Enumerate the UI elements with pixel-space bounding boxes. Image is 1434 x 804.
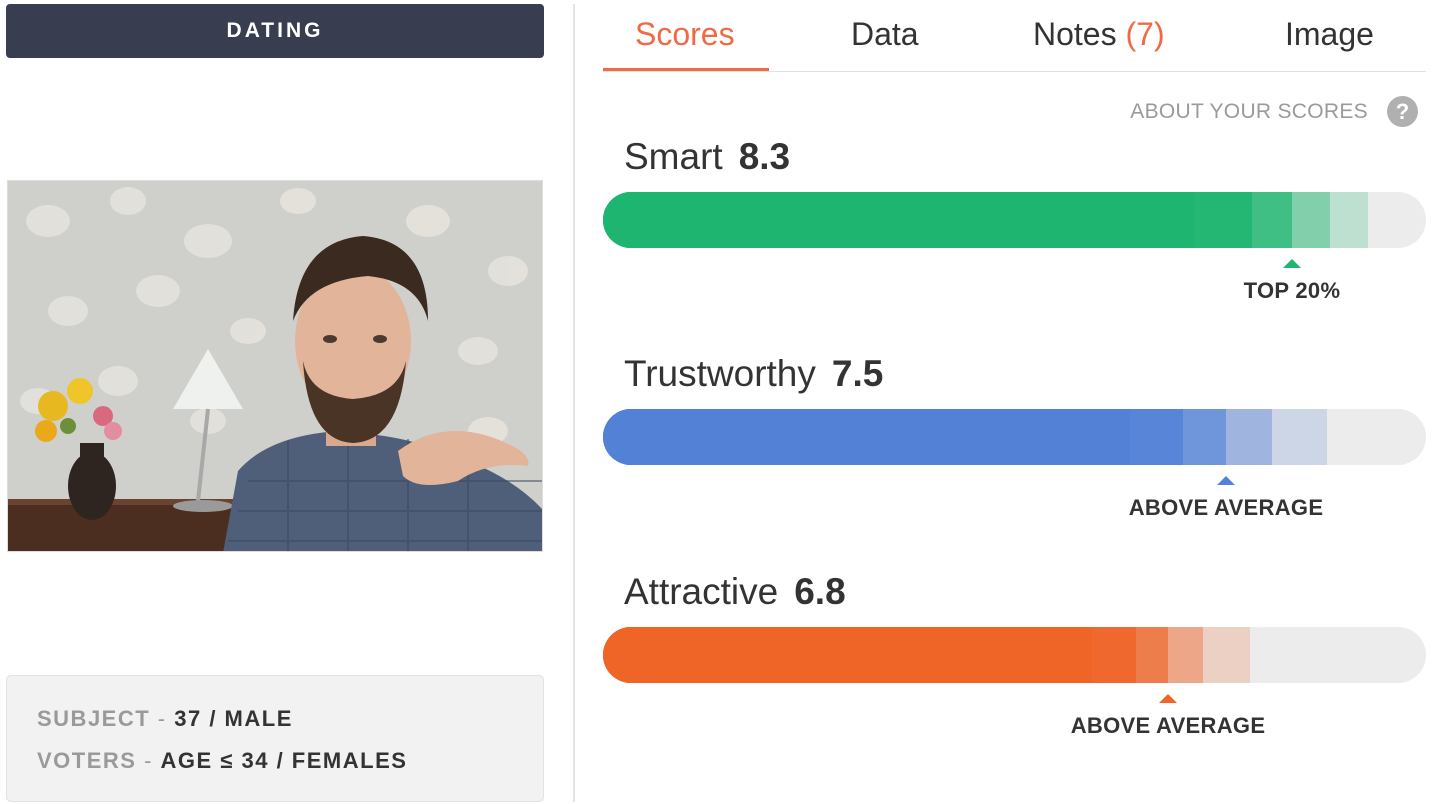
- voters-value: AGE ≤ 34 / FEMALES: [160, 748, 408, 773]
- rank-label: ABOVE AVERAGE: [1128, 495, 1324, 520]
- profile-photo: [7, 180, 543, 552]
- voters-key: VOTERS: [37, 748, 137, 773]
- score-trustworthy: Trustworthy 7.5 ABOVE AVERAGE: [603, 353, 1426, 553]
- tab-image[interactable]: Image: [1285, 16, 1374, 53]
- score-bar: [603, 192, 1426, 248]
- rank-label: TOP 20%: [1243, 278, 1341, 303]
- voters-row: VOTERS - AGE ≤ 34 / FEMALES: [37, 748, 408, 773]
- score-value: 7.5: [831, 353, 884, 394]
- tab-notes[interactable]: Notes (7): [1033, 16, 1165, 53]
- subject-row: SUBJECT - 37 / MALE: [37, 706, 293, 731]
- active-tab-indicator: [603, 68, 769, 71]
- score-smart: Smart 8.3 TOP 20%: [603, 136, 1426, 336]
- score-value: 6.8: [794, 571, 846, 612]
- rank-marker-icon: [1283, 259, 1301, 268]
- tab-scores[interactable]: Scores: [635, 16, 735, 53]
- subject-value: 37 / MALE: [174, 706, 293, 731]
- rank-label: ABOVE AVERAGE: [1070, 713, 1266, 738]
- score-bar: [603, 627, 1426, 683]
- score-fill: [603, 409, 1130, 465]
- score-value: 8.3: [738, 136, 791, 177]
- rank-marker-icon: [1217, 476, 1235, 485]
- category-button[interactable]: DATING: [6, 4, 544, 58]
- score-title: Trustworthy 7.5: [624, 353, 884, 394]
- score-fill: [603, 192, 1194, 248]
- score-bar: [603, 409, 1426, 465]
- subject-info-panel: SUBJECT - 37 / MALE VOTERS - AGE ≤ 34 / …: [6, 675, 544, 802]
- score-title: Attractive 6.8: [624, 571, 846, 612]
- rank-marker-icon: [1159, 694, 1177, 703]
- score-fill: [603, 627, 1092, 683]
- subject-key: SUBJECT: [37, 706, 151, 731]
- tab-bar: Scores Data Notes (7) Image: [603, 0, 1426, 72]
- notes-count: (7): [1125, 16, 1165, 52]
- help-icon[interactable]: ?: [1387, 96, 1418, 127]
- about-scores-link[interactable]: ABOUT YOUR SCORES: [1130, 100, 1368, 124]
- score-attractive: Attractive 6.8 ABOVE AVERAGE: [603, 571, 1426, 771]
- column-divider: [573, 4, 575, 802]
- score-title: Smart 8.3: [624, 136, 791, 177]
- tab-data[interactable]: Data: [851, 16, 919, 53]
